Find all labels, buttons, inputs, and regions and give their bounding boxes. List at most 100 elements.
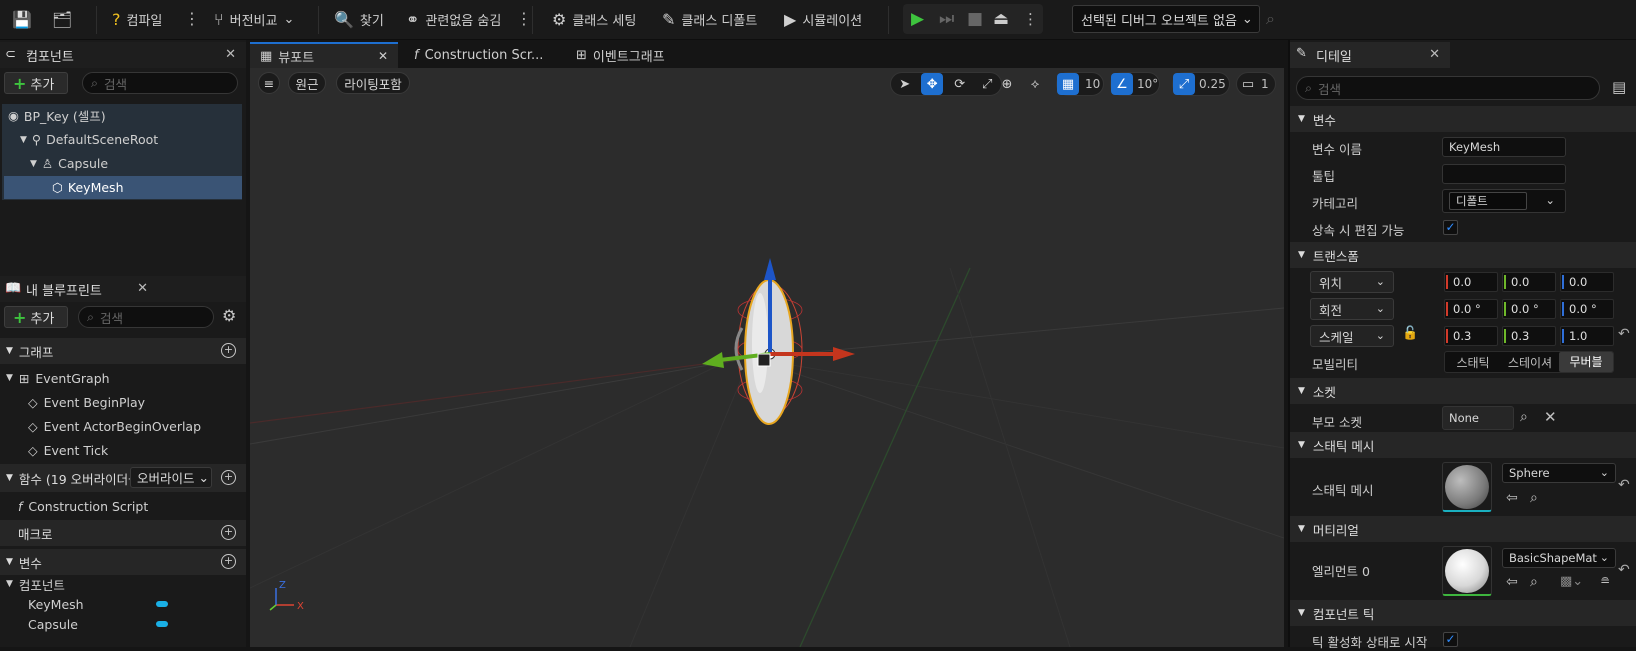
macros-section[interactable]: 매크로 + (0, 520, 246, 546)
rotation-x-field[interactable]: 0.0 ° (1444, 299, 1498, 319)
translate-icon[interactable]: ✥ (921, 73, 944, 95)
hide-unrelated-button[interactable]: ⚭ 관련없음 숨김 (406, 0, 501, 38)
variable-item[interactable]: KeyMesh (28, 594, 84, 614)
instance-editable-checkbox[interactable]: ✓ (1443, 220, 1458, 235)
sockets-section[interactable]: ▼ 소켓 (1290, 378, 1636, 404)
find-button[interactable]: 🔍 찾기 (334, 0, 384, 38)
reset-to-default-icon[interactable]: ↶ (1618, 477, 1630, 493)
details-search-input[interactable]: ⌕ 검색 (1296, 76, 1600, 100)
event-item[interactable]: ◇ Event Tick (28, 438, 108, 462)
add-function-icon[interactable]: + (221, 470, 236, 485)
event-item[interactable]: ◇ Event ActorBeginOverlap (28, 414, 201, 438)
camera-icon[interactable]: ▭ (1237, 73, 1259, 95)
close-icon[interactable]: ✕ (225, 47, 236, 62)
location-y-field[interactable]: 0.0 (1502, 272, 1556, 292)
variables-section[interactable]: ▼ 변수 + (0, 549, 246, 575)
angle-snap-icon[interactable]: ∠ (1111, 73, 1133, 95)
socket-browse-icon[interactable]: ⌕ (1520, 409, 1528, 425)
lit-mode-button[interactable]: 라이팅포함 (336, 72, 410, 94)
perspective-button[interactable]: 원근 (288, 72, 326, 94)
browse-asset-icon[interactable]: ⌕ (1530, 490, 1538, 506)
event-graph-item[interactable]: ▼ ⊞ EventGraph (6, 366, 110, 390)
debug-object-select[interactable]: 선택된 디버그 오브젝트 없음 ⌄ (1072, 5, 1260, 33)
event-item[interactable]: ◇ Event BeginPlay (28, 390, 145, 414)
browse-button[interactable]: 🗂 (52, 0, 72, 38)
close-icon[interactable]: ✕ (137, 281, 148, 296)
tree-item-capsule[interactable]: ▼ ♙ Capsule (4, 152, 242, 175)
browse-asset-icon[interactable]: ⌕ (1530, 574, 1538, 590)
grid-snap-value[interactable]: 10 (1079, 77, 1100, 91)
viewport-menu-button[interactable]: ≡ (258, 72, 280, 94)
reset-to-default-icon[interactable]: ↶ (1618, 326, 1630, 342)
mobility-stationary[interactable]: 스테이셔 (1501, 354, 1559, 371)
scale-lock-icon[interactable]: 🔓 (1402, 326, 1418, 341)
materials-section[interactable]: ▼ 머티리얼 (1290, 516, 1636, 542)
use-selected-icon[interactable]: ⇦ (1506, 574, 1518, 590)
play-icon[interactable]: ▶ (911, 8, 924, 30)
scale-mode-dropdown[interactable]: 스케일 ⌄ (1310, 325, 1394, 347)
scale-snap-group[interactable]: ⤢ 0.25 (1172, 72, 1230, 96)
location-x-field[interactable]: 0.0 (1444, 272, 1498, 292)
diff-button[interactable]: ⑂ 버전비교 ⌄ (214, 0, 294, 38)
category-value[interactable]: 디폴트 (1449, 192, 1527, 210)
category-combo[interactable]: 디폴트 ⌄ (1442, 189, 1566, 213)
class-defaults-button[interactable]: ✎ 클래스 디폴트 (662, 0, 757, 38)
grid-snap-group[interactable]: ▦ 10 (1056, 72, 1104, 96)
tab-event-graph[interactable]: ⊞ 이벤트그래프 (566, 42, 706, 68)
tooltip-field[interactable] (1442, 164, 1566, 184)
close-icon[interactable]: ✕ (1429, 47, 1440, 62)
compile-options-icon[interactable]: ⋮ (184, 10, 200, 28)
play-options-icon[interactable]: ⋮ (1023, 8, 1038, 30)
mobility-static[interactable]: 스태틱 (1445, 354, 1501, 371)
hide-unrelated-options-icon[interactable]: ⋮ (516, 10, 532, 28)
rotation-z-field[interactable]: 0.0 ° (1560, 299, 1614, 319)
components-var-category[interactable]: ▼ 컴포넌트 (6, 574, 65, 594)
scale-x-field[interactable]: 0.3 (1444, 326, 1498, 346)
add-component-button[interactable]: + 추가 (4, 72, 68, 94)
functions-section[interactable]: ▼ 함수 (19 오버라이더블) 오버라이드 ⌄ + (0, 464, 246, 492)
add-variable-icon[interactable]: + (221, 554, 236, 569)
chevron-down-icon[interactable]: ⌄ (1545, 193, 1555, 207)
property-matrix-icon[interactable]: ▤ (1612, 78, 1626, 96)
rotation-y-field[interactable]: 0.0 ° (1502, 299, 1556, 319)
stop-icon[interactable]: ■ (967, 8, 983, 30)
details-tab[interactable]: ✎ 디테일 ✕ (1290, 42, 1450, 68)
variable-section[interactable]: ▼ 변수 (1290, 106, 1636, 132)
scale-snap-icon[interactable]: ⤢ (1173, 73, 1195, 95)
static-mesh-thumbnail[interactable] (1442, 462, 1492, 512)
reset-to-default-icon[interactable]: ↶ (1618, 562, 1630, 578)
tree-item-defaultsceneroot[interactable]: ▼ ⚲ DefaultSceneRoot (4, 128, 242, 151)
debug-find-icon[interactable]: ⌕ (1266, 0, 1275, 38)
step-icon[interactable]: ⏭ (939, 8, 954, 30)
add-macro-icon[interactable]: + (221, 525, 236, 540)
variable-item[interactable]: Capsule (28, 614, 78, 634)
component-tick-section[interactable]: ▼ 컴포넌트 틱 (1290, 600, 1636, 626)
static-mesh-picker[interactable]: Sphere ⌄ (1502, 463, 1616, 483)
rotation-snap-value[interactable]: 10° (1133, 77, 1158, 91)
material-thumbnail[interactable] (1442, 546, 1492, 596)
scale-y-field[interactable]: 0.3 (1502, 326, 1556, 346)
material-options-icon[interactable]: ≘ (1600, 574, 1610, 588)
override-dropdown[interactable]: 오버라이드 ⌄ (130, 467, 212, 488)
rotation-mode-dropdown[interactable]: 회전 ⌄ (1310, 298, 1394, 320)
tab-viewport[interactable]: ▦ 뷰포트 ✕ (250, 42, 398, 68)
rotation-snap-group[interactable]: ∠ 10° (1110, 72, 1160, 96)
material-picker[interactable]: BasicShapeMat ⌄ (1502, 548, 1616, 568)
save-button[interactable]: 💾 (12, 0, 32, 38)
location-mode-dropdown[interactable]: 위치 ⌄ (1310, 271, 1394, 293)
transform-section[interactable]: ▼ 트랜스폼 (1290, 242, 1636, 268)
add-blueprint-item-button[interactable]: + 추가 (4, 306, 68, 328)
class-settings-button[interactable]: ⚙ 클래스 세팅 (552, 0, 636, 38)
construction-script-item[interactable]: f Construction Script (18, 494, 148, 518)
close-icon[interactable]: ✕ (378, 49, 388, 63)
camera-speed-group[interactable]: ▭ 1 (1236, 72, 1276, 96)
variable-name-field[interactable]: KeyMesh (1442, 137, 1566, 157)
compile-button[interactable]: ? 컴파일 (112, 0, 162, 38)
add-graph-icon[interactable]: + (221, 343, 236, 358)
mobility-toggle[interactable]: 스태틱 스테이셔 무버블 (1444, 351, 1614, 373)
gear-icon[interactable]: ⚙ (222, 306, 236, 325)
scale-icon[interactable]: ⤢ (976, 73, 998, 95)
mobility-movable[interactable]: 무버블 (1559, 352, 1613, 372)
tree-item-keymesh[interactable]: ⬡ KeyMesh (4, 176, 242, 199)
viewport[interactable]: X Z (250, 68, 1284, 647)
